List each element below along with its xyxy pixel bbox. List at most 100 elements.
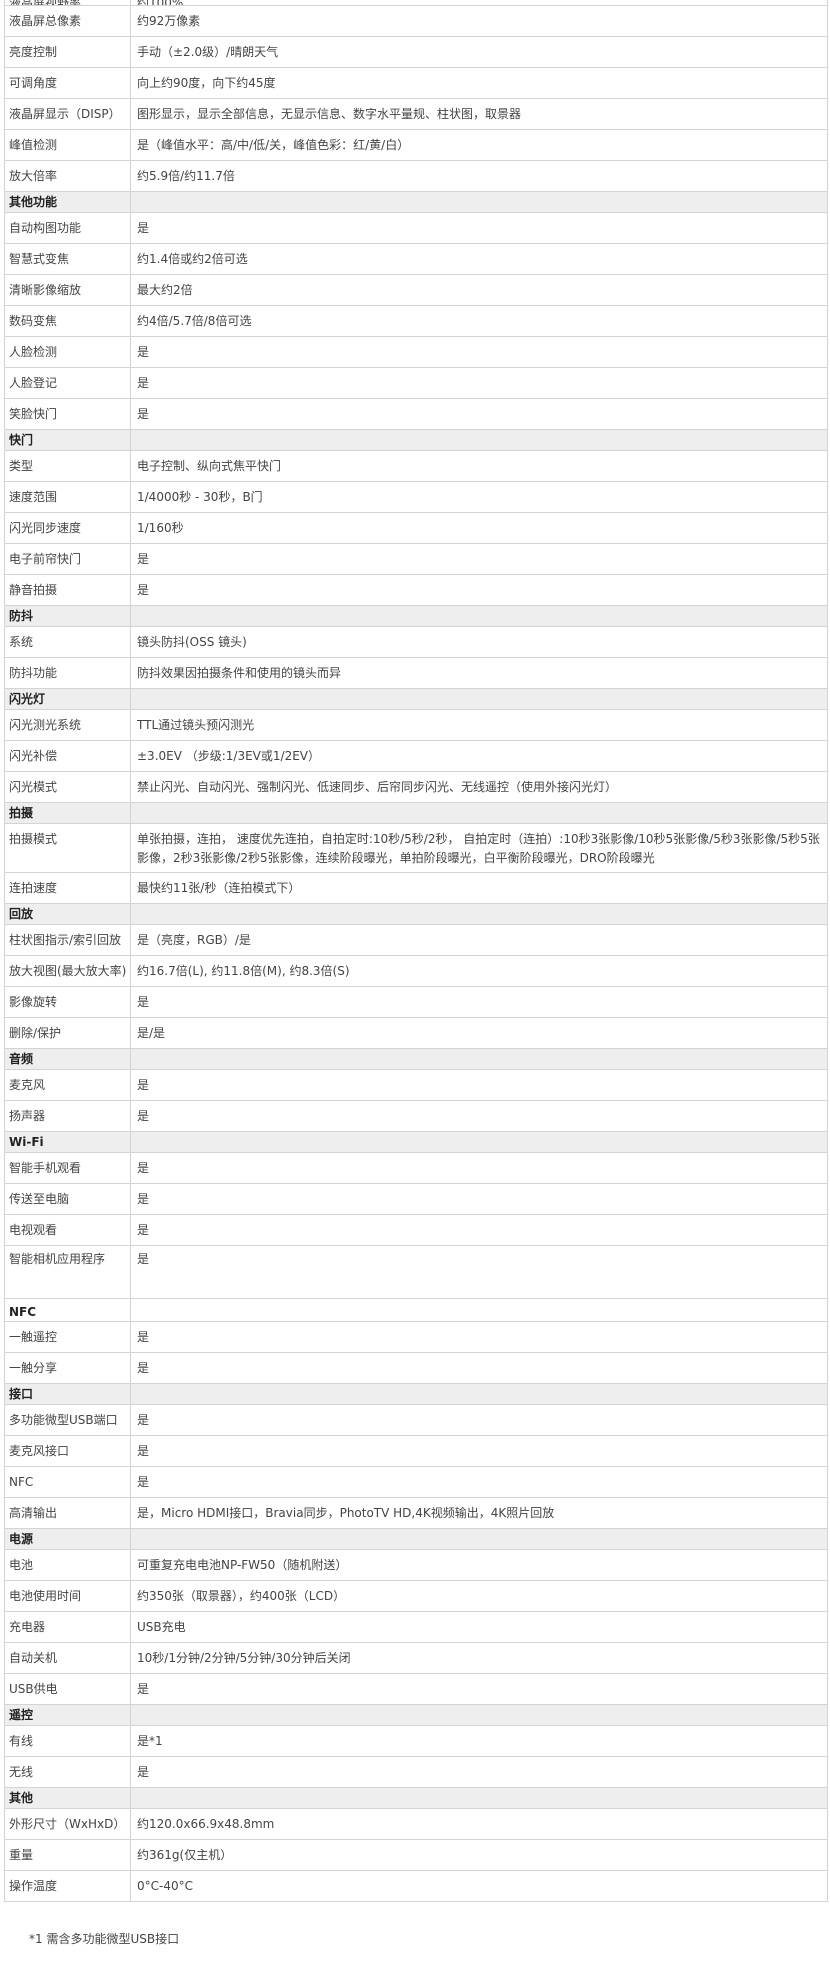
spec-label: 可调角度 — [5, 68, 131, 98]
section-title: 其他 — [5, 1788, 131, 1808]
spec-value: 电子控制、纵向式焦平快门 — [137, 459, 282, 473]
spec-label: 外形尺寸（WxHxD） — [5, 1809, 131, 1839]
section-blank — [131, 1529, 827, 1549]
section-title: NFC — [5, 1299, 131, 1321]
spec-value: 是（峰值水平：高/中/低/关，峰值色彩：红/黄/白） — [137, 138, 410, 152]
spec-row: 闪光同步速度 1/160秒 — [4, 513, 828, 544]
spec-label: 闪光模式 — [5, 772, 131, 802]
spec-row: 自动关机 10秒/1分钟/2分钟/5分钟/30分钟后关闭 — [4, 1643, 828, 1674]
spec-value: 防抖效果因拍摄条件和使用的镜头而异 — [137, 666, 342, 680]
spec-value: 约100% — [131, 0, 827, 5]
spec-row: 自动构图功能是 — [4, 213, 828, 244]
spec-row: 数码变焦 约4倍/5.7倍/8倍可选 — [4, 306, 828, 337]
spec-label: 柱状图指示/索引回放 — [5, 925, 131, 955]
spec-value: 是 — [137, 1682, 150, 1696]
section-title: 快门 — [5, 430, 131, 450]
spec-label: 拍摄模式 — [5, 824, 131, 872]
spec-label: 闪光补偿 — [5, 741, 131, 771]
section-header-row: 接口 — [4, 1384, 828, 1405]
spec-label: 智能手机观看 — [5, 1153, 131, 1183]
section-blank — [131, 430, 827, 450]
spec-value: 1/160秒 — [137, 521, 184, 535]
spec-label: 放大倍率 — [5, 161, 131, 191]
spec-value: 约92万像素 — [137, 14, 201, 28]
spec-value: 10秒/1分钟/2分钟/5分钟/30分钟后关闭 — [137, 1651, 351, 1665]
spec-label: 速度范围 — [5, 482, 131, 512]
section-header-row: 防抖 — [4, 606, 828, 627]
spec-value: 是/是 — [137, 1026, 166, 1040]
spec-value: USB充电 — [137, 1620, 186, 1634]
spec-label: 系统 — [5, 627, 131, 657]
spec-label: 有线 — [5, 1726, 131, 1756]
spec-row: 类型 电子控制、纵向式焦平快门 — [4, 451, 828, 482]
section-title: 回放 — [5, 904, 131, 924]
spec-row: 人脸登记是 — [4, 368, 828, 399]
spec-value: 镜头防抖(OSS 镜头) — [137, 635, 247, 649]
spec-row: 麦克风接口是 — [4, 1436, 828, 1467]
spec-label: 重量 — [5, 1840, 131, 1870]
spec-label: 液晶屏总像素 — [5, 6, 131, 36]
spec-value: 是（亮度，RGB）/是 — [137, 933, 251, 947]
section-header-row: 回放 — [4, 904, 828, 925]
section-blank — [131, 1299, 827, 1321]
spec-label: 麦克风接口 — [5, 1436, 131, 1466]
spec-row: 有线 是*1 — [4, 1726, 828, 1757]
spec-value: 单张拍摄，连拍， 速度优先连拍，自拍定时:10秒/5秒/2秒， 自拍定时（连拍）… — [137, 832, 820, 865]
spec-value: 是 — [137, 1192, 150, 1206]
spec-label: USB供电 — [5, 1674, 131, 1704]
spec-label: 类型 — [5, 451, 131, 481]
section-header-row: 拍摄 — [4, 803, 828, 824]
spec-value: 是 — [137, 1078, 150, 1092]
spec-label: 充电器 — [5, 1612, 131, 1642]
spec-row: 防抖功能 防抖效果因拍摄条件和使用的镜头而异 — [4, 658, 828, 689]
spec-value: 约4倍/5.7倍/8倍可选 — [137, 314, 252, 328]
section-blank — [131, 803, 827, 823]
spec-row: 闪光测光系统 TTL通过镜头预闪测光 — [4, 710, 828, 741]
spec-value: 是 — [137, 1475, 150, 1489]
spec-label: 人脸登记 — [5, 368, 131, 398]
spec-value: 是 — [137, 345, 150, 359]
spec-row: 峰值检测 是（峰值水平：高/中/低/关，峰值色彩：红/黄/白） — [4, 130, 828, 161]
spec-row: 操作温度 0°C-40°C — [4, 1871, 828, 1902]
spec-row: 智慧式变焦 约1.4倍或约2倍可选 — [4, 244, 828, 275]
spec-value: 是 — [137, 376, 150, 390]
spec-value: 可重复充电电池NP-FW50（随机附送） — [137, 1558, 348, 1572]
spec-value: 是 — [137, 583, 150, 597]
spec-label: 一触分享 — [5, 1353, 131, 1383]
spec-value: 是 — [137, 221, 150, 235]
spec-label: 电池使用时间 — [5, 1581, 131, 1611]
spec-row: 无线是 — [4, 1757, 828, 1788]
section-blank — [131, 1384, 827, 1404]
spec-label: 放大视图(最大放大率) — [5, 956, 131, 986]
section-header-row: 遥控 — [4, 1705, 828, 1726]
section-header-row: 电源 — [4, 1529, 828, 1550]
section-title: 闪光灯 — [5, 689, 131, 709]
spec-value: 约120.0x66.9x48.8mm — [137, 1817, 275, 1831]
spec-label: 删除/保护 — [5, 1018, 131, 1048]
spec-row: 传送至电脑是 — [4, 1184, 828, 1215]
spec-value: 向上约90度，向下约45度 — [137, 76, 276, 90]
spec-row: 可调角度 向上约90度，向下约45度 — [4, 68, 828, 99]
spec-value: 是 — [137, 995, 150, 1009]
spec-label: 电视观看 — [5, 1215, 131, 1245]
spec-value: 是 — [137, 1413, 150, 1427]
spec-row: NFC 是 — [4, 1467, 828, 1498]
spec-value: 约361g(仅主机） — [137, 1848, 233, 1862]
section-header-row: 快门 — [4, 430, 828, 451]
spec-label: 高清输出 — [5, 1498, 131, 1528]
spec-row: 电池使用时间 约350张（取景器），约400张（LCD） — [4, 1581, 828, 1612]
spec-row: 智能相机应用程序是 — [4, 1246, 828, 1299]
section-header-row: 闪光灯 — [4, 689, 828, 710]
spec-row: 放大视图(最大放大率) 约16.7倍(L), 约11.8倍(M), 约8.3倍(S… — [4, 956, 828, 987]
spec-label: 笑脸快门 — [5, 399, 131, 429]
spec-label: 闪光同步速度 — [5, 513, 131, 543]
spec-value: 是 — [137, 1161, 150, 1175]
spec-row: 闪光补偿 ±3.0EV （步级:1/3EV或1/2EV） — [4, 741, 828, 772]
section-blank — [131, 606, 827, 626]
section-title: 电源 — [5, 1529, 131, 1549]
spec-table: 液晶屏视野率约100%液晶屏总像素约92万像素亮度控制手动（±2.0级）/晴朗天… — [4, 0, 828, 1902]
section-header-row: NFC — [4, 1299, 828, 1322]
spec-row: 静音拍摄是 — [4, 575, 828, 606]
section-header-row: 其他功能 — [4, 192, 828, 213]
spec-row: 系统 镜头防抖(OSS 镜头) — [4, 627, 828, 658]
